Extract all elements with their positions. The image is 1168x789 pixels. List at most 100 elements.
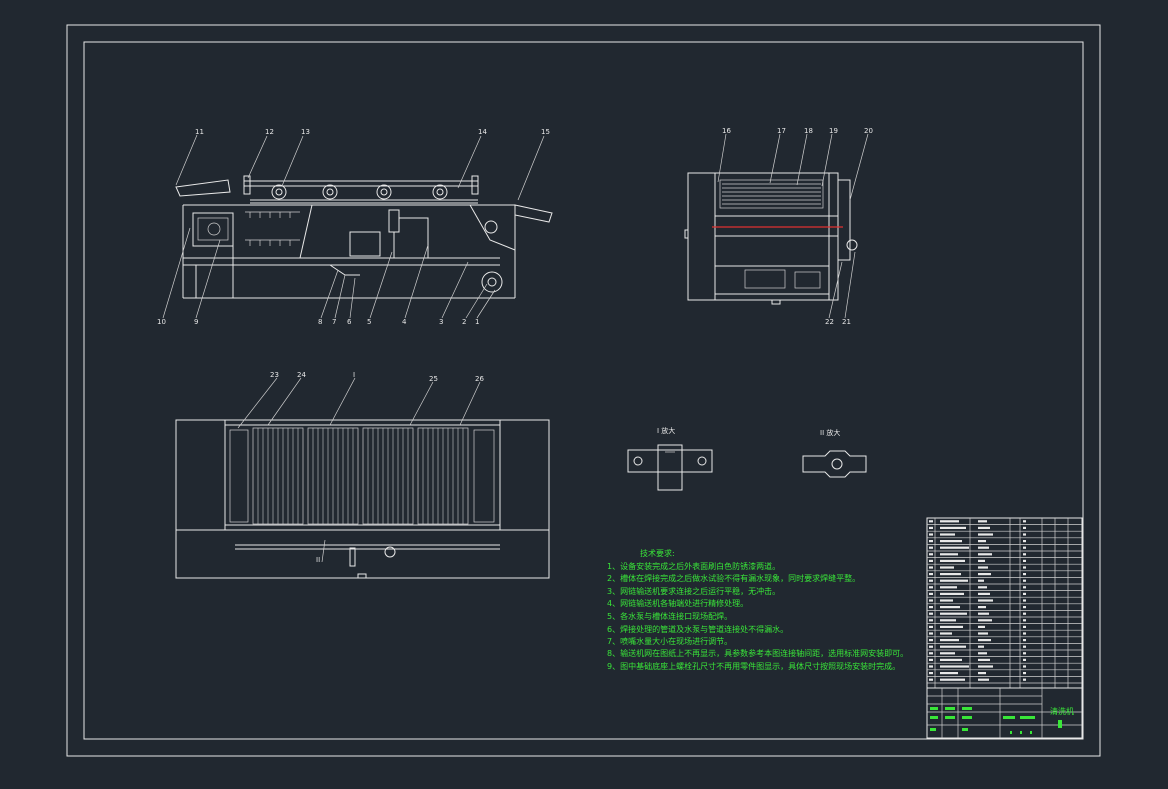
note-1: 1、设备安装完成之后外表面刷白色防锈漆两道。	[607, 561, 780, 571]
parts-cell-mark	[978, 599, 993, 602]
parts-cell-mark	[929, 672, 933, 675]
label-25: 25	[429, 375, 438, 383]
label-1: 1	[475, 318, 479, 326]
parts-cell-mark	[940, 599, 953, 602]
parts-cell-mark	[1023, 586, 1026, 589]
parts-cell-mark	[940, 678, 965, 681]
parts-cell-mark	[940, 612, 967, 615]
parts-cell-mark	[978, 520, 987, 523]
notes-title: 技术要求:	[640, 548, 675, 558]
parts-cell-mark	[1023, 533, 1026, 536]
parts-cell-mark	[1023, 592, 1026, 595]
parts-cell-mark	[978, 665, 993, 668]
parts-cell-mark	[978, 559, 985, 562]
parts-cell-mark	[978, 553, 992, 556]
parts-cell-mark	[1023, 632, 1026, 635]
parts-cell-mark	[978, 533, 993, 536]
parts-cell-mark	[929, 625, 933, 628]
parts-cell-mark	[940, 592, 964, 595]
parts-cell-mark	[929, 559, 933, 562]
parts-cell-mark	[978, 619, 992, 622]
parts-cell-mark	[940, 645, 966, 648]
label-21: 21	[842, 318, 851, 326]
parts-cell-mark	[1023, 619, 1026, 622]
label-22: 22	[825, 318, 834, 326]
parts-cell-mark	[929, 652, 933, 655]
parts-cell-mark	[1023, 652, 1026, 655]
parts-cell-mark	[940, 665, 969, 668]
parts-cell-mark	[1023, 639, 1026, 642]
parts-cell-mark	[978, 579, 984, 582]
parts-cell-mark	[978, 540, 986, 543]
parts-cell-mark	[1023, 645, 1026, 648]
end-view: 16 17 18 19 20 22 21	[684, 127, 873, 326]
parts-cell-mark	[978, 606, 986, 609]
parts-cell-mark	[940, 658, 962, 661]
parts-cell-mark	[940, 533, 955, 536]
parts-cell-mark	[940, 619, 956, 622]
parts-cell-mark	[929, 639, 933, 642]
label-6: 6	[347, 318, 352, 326]
parts-cell-mark	[929, 586, 933, 589]
parts-cell-mark	[1023, 546, 1026, 549]
parts-cell-mark	[940, 573, 961, 576]
parts-cell-mark	[929, 612, 933, 615]
label-16: 16	[722, 127, 731, 135]
parts-cell-mark	[929, 619, 933, 622]
parts-cell-mark	[940, 652, 955, 655]
parts-cell-mark	[940, 672, 958, 675]
parts-cell-mark	[940, 639, 959, 642]
parts-cell-mark	[978, 672, 986, 675]
parts-cell-mark	[1023, 612, 1026, 615]
parts-cell-mark	[940, 579, 968, 582]
parts-cell-mark	[978, 652, 987, 655]
note-3: 3、网链输送机要求连接之后运行平稳，无冲击。	[607, 586, 780, 596]
parts-cell-mark	[929, 566, 933, 569]
svg-text:I 放大: I 放大	[657, 426, 675, 435]
parts-cell-mark	[1023, 553, 1026, 556]
detail-view-2: II 放大	[802, 428, 867, 478]
label-15: 15	[541, 128, 550, 136]
parts-cell-mark	[978, 586, 987, 589]
inner-frame	[83, 41, 1084, 740]
label-12: 12	[265, 128, 274, 136]
parts-cell-mark	[929, 526, 933, 529]
parts-cell-mark	[929, 678, 933, 681]
label-14: 14	[478, 128, 487, 136]
parts-cell-mark	[978, 612, 989, 615]
parts-cell-mark	[1023, 520, 1026, 523]
parts-cell-mark	[1023, 678, 1026, 681]
note-9: 9、图中基础底座上螺栓孔尺寸不再用零件图显示，具体尺寸按照现场安装时完成。	[607, 661, 900, 671]
parts-list	[926, 517, 1083, 689]
parts-cell-mark	[929, 665, 933, 668]
parts-cell-mark	[929, 645, 933, 648]
label-19: 19	[829, 127, 838, 135]
parts-cell-mark	[1023, 526, 1026, 529]
parts-cell-mark	[929, 599, 933, 602]
title-block: 清洗机	[926, 687, 1083, 739]
parts-cell-mark	[929, 579, 933, 582]
note-4: 4、网链输送机各轴端处进行精修处理。	[607, 598, 748, 608]
note-8: 8、输送机网在图纸上不再显示，具参数参考本图连接轴间距，选用标准网安装即可。	[607, 648, 908, 658]
parts-cell-mark	[929, 592, 933, 595]
parts-cell-mark	[940, 625, 963, 628]
parts-cell-mark	[940, 632, 952, 635]
parts-cell-mark	[978, 625, 985, 628]
side-view: 11 12 13 14 15 10 9 8 7 6 5 4 3 2 1	[157, 128, 553, 326]
label-I: I	[353, 371, 355, 379]
note-7: 7、喷嘴水量大小在现场进行调节。	[607, 636, 732, 646]
label-18: 18	[804, 127, 813, 135]
parts-cell-mark	[1023, 579, 1026, 582]
parts-cell-mark	[940, 520, 959, 523]
parts-cell-mark	[929, 658, 933, 661]
parts-cell-mark	[1023, 573, 1026, 576]
detail-view-1: I 放大	[627, 426, 713, 491]
label-23: 23	[270, 371, 279, 379]
parts-cell-mark	[1023, 672, 1026, 675]
section-label-II: II	[316, 556, 320, 564]
parts-cell-mark	[940, 526, 966, 529]
label-26: 26	[475, 375, 484, 383]
label-10: 10	[157, 318, 166, 326]
parts-cell-mark	[1023, 559, 1026, 562]
label-24: 24	[297, 371, 306, 379]
